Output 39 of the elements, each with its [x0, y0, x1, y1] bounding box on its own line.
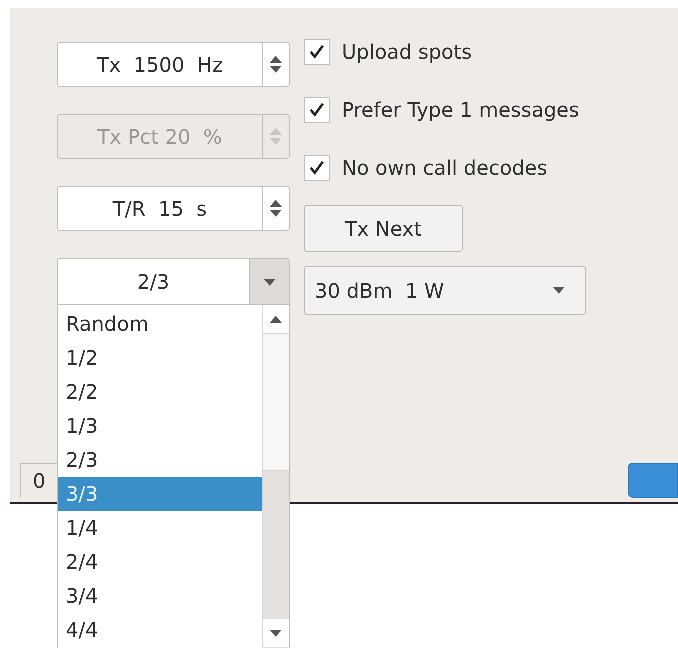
tab[interactable]: 0: [20, 463, 60, 498]
up-arrow-icon[interactable]: [270, 316, 282, 322]
spin-box[interactable]: T/R 15 s: [57, 186, 290, 231]
spin-value: Tx Pct 20 %: [96, 124, 224, 150]
checkbox-label: Upload spots: [342, 39, 472, 66]
list-item[interactable]: 3/4: [58, 579, 262, 613]
checkbox-label: Prefer Type 1 messages: [342, 97, 580, 124]
list-item[interactable]: 1/4: [58, 511, 262, 545]
checkbox-label: No own call decodes: [342, 155, 548, 182]
spin-value: T/R 15 s: [112, 196, 208, 222]
checkbox[interactable]: [304, 155, 330, 181]
up-arrow-icon[interactable]: [270, 200, 282, 207]
list-item[interactable]: 2/4: [58, 545, 262, 579]
down-arrow-icon: [270, 210, 282, 217]
list-item[interactable]: 1/3: [58, 409, 262, 443]
checkmark-icon: [309, 160, 325, 176]
caret-icon: [553, 287, 565, 294]
checkbox[interactable]: [304, 97, 330, 123]
down-arrow-icon: [270, 138, 282, 145]
list-item[interactable]: 2/3: [58, 443, 262, 477]
spin-value: Tx 1500 Hz: [96, 52, 224, 78]
caret-icon: [264, 278, 276, 286]
scrollbar[interactable]: [262, 305, 289, 648]
checkmark-icon: [309, 102, 325, 118]
down-arrow-icon: [270, 66, 282, 73]
down-arrow-icon: [270, 630, 282, 636]
sequence-combo[interactable]: 2/3: [57, 258, 290, 305]
spin-box[interactable]: Tx 1500 Hz: [57, 42, 290, 87]
combo-value: 2/3: [136, 269, 171, 296]
list-item[interactable]: Random: [58, 307, 262, 341]
scrollbar-thumb[interactable]: [263, 333, 289, 471]
up-arrow-icon[interactable]: [270, 56, 282, 63]
list-item[interactable]: 4/4: [58, 613, 262, 647]
tx-next-button[interactable]: Tx Next: [304, 205, 463, 252]
power-combo[interactable]: 30 dBm 1 W: [304, 266, 586, 315]
checkbox[interactable]: [304, 39, 330, 65]
list-item[interactable]: 1/2: [58, 341, 262, 375]
checkmark-icon: [309, 44, 325, 60]
list-item[interactable]: 2/2: [58, 375, 262, 409]
